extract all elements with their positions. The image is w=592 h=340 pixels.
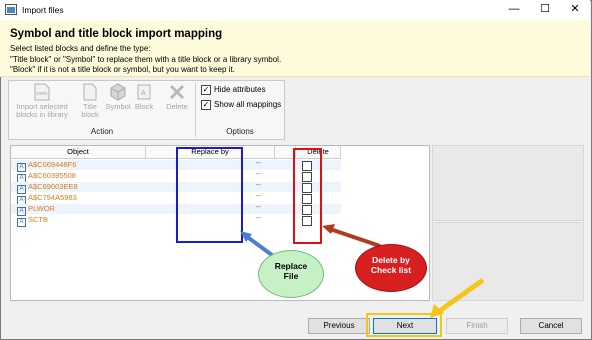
next-highlight-box xyxy=(366,313,442,337)
callout-text: Replace xyxy=(274,261,308,271)
previous-button[interactable]: Previous xyxy=(308,318,370,334)
callout-text: Check list xyxy=(370,265,412,275)
replace-file-callout: Replace File xyxy=(258,250,324,298)
callout-text: Delete by xyxy=(372,255,410,265)
delete-by-check-list-callout: Delete by Check list xyxy=(355,244,427,292)
finish-button[interactable]: Finish xyxy=(446,318,508,334)
cancel-button[interactable]: Cancel xyxy=(520,318,582,334)
callout-text: File xyxy=(283,271,299,281)
